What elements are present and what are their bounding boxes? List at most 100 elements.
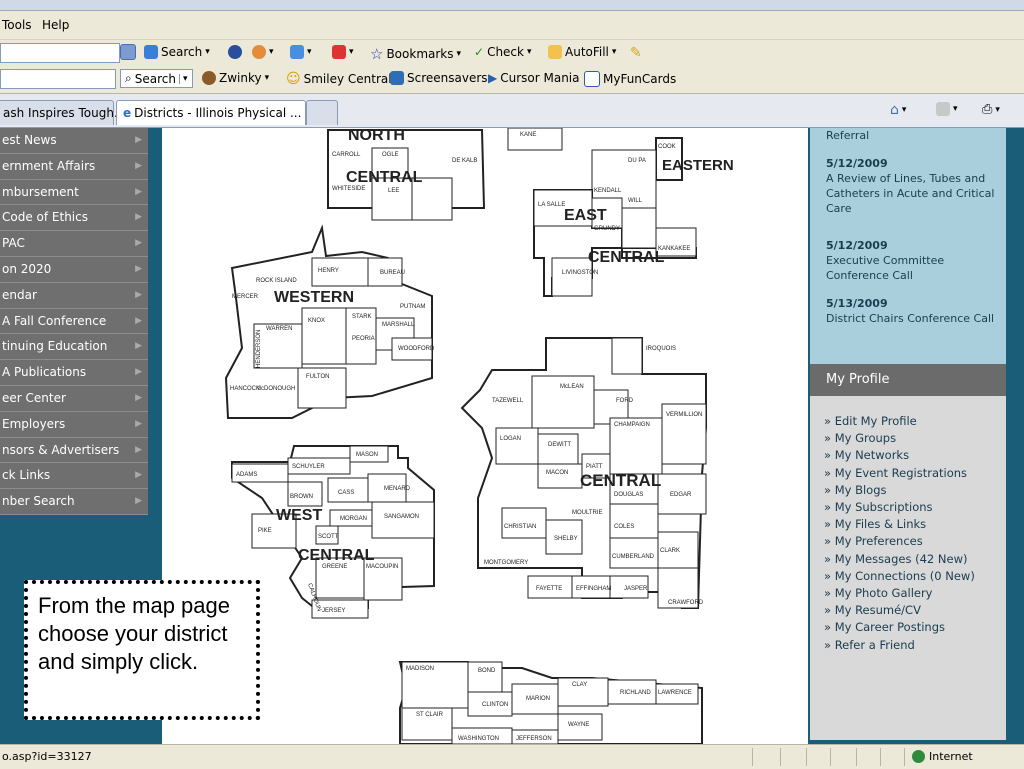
profile-link[interactable]: » My Connections (0 New) xyxy=(824,569,975,583)
profile-link[interactable]: » My Event Registrations xyxy=(824,466,967,480)
myfuncards-button[interactable]: MyFunCards xyxy=(584,71,676,87)
plugin-button[interactable]: ▾ xyxy=(252,45,274,59)
home-button[interactable]: ⌂ ▾ xyxy=(890,102,906,118)
zwinky-button[interactable]: Zwinky ▾ xyxy=(202,71,269,85)
nav-item[interactable]: nsors & Advertisers ▶ xyxy=(0,437,148,464)
add-button[interactable]: ▾ xyxy=(290,45,312,59)
nav-item-label: Employers xyxy=(2,416,66,431)
search-button[interactable]: Search ▾ xyxy=(144,45,210,59)
profile-heading: My Profile xyxy=(810,364,1006,396)
menu-tools[interactable]: Tools xyxy=(2,18,32,32)
label-dewitt: DEWITT xyxy=(548,442,571,448)
profile-link[interactable]: » My Career Postings xyxy=(824,620,945,634)
chevron-right-icon: ▶ xyxy=(135,135,142,145)
label-putnam: PUTNAM xyxy=(400,304,425,310)
nav-item[interactable]: A Publications ▶ xyxy=(0,360,148,386)
profile-link[interactable]: » My Files & Links xyxy=(824,517,926,531)
label-grundy: GRUNDY xyxy=(594,226,620,232)
block-icon xyxy=(332,45,346,59)
tab-inspires[interactable]: ash Inspires Tough... xyxy=(0,100,125,125)
highlight-button[interactable]: ✎ xyxy=(630,45,642,61)
chevron-right-icon: ▶ xyxy=(135,496,142,507)
nav-item[interactable]: nber Search ▶ xyxy=(0,489,148,515)
address-input[interactable] xyxy=(0,69,116,89)
cursor-mania-button[interactable]: ▶ Cursor Mania xyxy=(488,71,580,85)
block-button[interactable]: ▾ xyxy=(332,45,354,59)
label-east: EAST xyxy=(564,207,607,224)
chevron-right-icon: ▶ xyxy=(135,238,142,249)
county-dewitt-shape xyxy=(537,433,579,465)
secondary-search-button[interactable]: ⌕ Search ▾ xyxy=(120,69,193,88)
nav-item-label: eer Center xyxy=(2,390,66,405)
instruction-callout: From the map page choose your district a… xyxy=(24,580,260,720)
label-coles: COLES xyxy=(614,524,634,530)
label-vermillion: VERMILLION xyxy=(666,412,702,418)
nav-item[interactable]: Employers ▶ xyxy=(0,411,148,438)
label-bond: BOND xyxy=(478,668,496,674)
nav-item[interactable]: on 2020 ▶ xyxy=(0,256,148,283)
autofill-button[interactable]: AutoFill ▾ xyxy=(548,45,616,59)
toolbar-search-input[interactable] xyxy=(0,43,120,63)
profile-link[interactable]: » My Blogs xyxy=(824,483,887,497)
label-lee: LEE xyxy=(388,188,399,194)
label-morgan: MORGAN xyxy=(340,516,367,522)
profile-link[interactable]: » My Networks xyxy=(824,448,909,462)
nav-item[interactable]: est News ▶ xyxy=(0,128,148,154)
print-button[interactable]: ⎙ ▾ xyxy=(982,102,1000,117)
nav-item[interactable]: ernment Affairs ▶ xyxy=(0,153,148,180)
label-mason: MASON xyxy=(356,452,378,458)
nav-item-label: PAC xyxy=(2,236,25,251)
label-jefferson: JEFFERSON xyxy=(516,736,552,742)
security-zone[interactable]: Internet xyxy=(912,750,973,763)
tab-districts[interactable]: eDistricts - Illinois Physical ...✕ xyxy=(116,100,319,125)
pencil-icon: ✎ xyxy=(630,45,642,61)
label-scott: SCOTT xyxy=(318,534,339,540)
nav-item[interactable]: tinuing Education ▶ xyxy=(0,334,148,361)
profile-link[interactable]: » Edit My Profile xyxy=(824,414,917,428)
label-madison: MADISON xyxy=(406,666,434,672)
cursor-icon: ▶ xyxy=(488,71,498,85)
label-eastern: EASTERN xyxy=(662,157,734,174)
nav-item-label: ck Links xyxy=(2,468,51,483)
profile-link[interactable]: » Refer a Friend xyxy=(824,638,915,652)
nav-item[interactable]: PAC ▶ xyxy=(0,231,148,257)
label-clark: CLARK xyxy=(660,548,680,554)
nav-item[interactable]: eer Center ▶ xyxy=(0,385,148,412)
event-item[interactable]: 5/12/2009 A Review of Lines, Tubes and Ca… xyxy=(826,156,996,216)
county-christian-shape xyxy=(501,507,547,539)
county-will-shape xyxy=(621,207,657,249)
nav-item[interactable]: endar ▶ xyxy=(0,282,148,309)
label-lawrence: LAWRENCE xyxy=(658,690,692,696)
menu-help[interactable]: Help xyxy=(42,18,69,32)
label-fulton: FULTON xyxy=(306,374,329,380)
profile-link[interactable]: » My Photo Gallery xyxy=(824,586,933,600)
nav-item[interactable]: ck Links ▶ xyxy=(0,463,148,490)
event-item[interactable]: Referral xyxy=(826,128,996,143)
globe-button[interactable] xyxy=(228,45,242,59)
screensavers-button[interactable]: Screensavers xyxy=(390,71,488,85)
nav-item[interactable]: Code of Ethics ▶ xyxy=(0,205,148,232)
event-item[interactable]: 5/12/2009 Executive Committee Conference … xyxy=(826,238,996,283)
profile-link[interactable]: » My Preferences xyxy=(824,534,923,548)
label-will: WILL xyxy=(628,198,643,204)
profile-link[interactable]: » My Resumé/CV xyxy=(824,603,921,617)
event-item[interactable]: 5/13/2009 District Chairs Conference Call xyxy=(826,296,996,326)
new-tab-button[interactable] xyxy=(306,100,338,125)
label-pike: PIKE xyxy=(258,528,272,534)
profile-link[interactable]: » My Messages (42 New) xyxy=(824,552,967,566)
spell-check-button[interactable]: ✓ Check ▾ xyxy=(474,45,532,59)
label-schuyler: SCHUYLER xyxy=(292,464,325,470)
smiley-central-button[interactable]: ☺ Smiley Central xyxy=(286,71,392,87)
nav-item[interactable]: A Fall Conference ▶ xyxy=(0,308,148,335)
label-iroquois: IROQUOIS xyxy=(646,346,676,352)
dropdown-arrow-button[interactable] xyxy=(120,44,136,60)
profile-link[interactable]: » My Subscriptions xyxy=(824,500,933,514)
label-adams: ADAMS xyxy=(236,472,257,478)
label-brown: BROWN xyxy=(290,494,313,500)
feeds-button[interactable]: ▾ xyxy=(936,102,958,116)
nav-item[interactable]: mbursement ▶ xyxy=(0,179,148,206)
profile-link[interactable]: » My Groups xyxy=(824,431,896,445)
bookmarks-button[interactable]: ☆ Bookmarks ▾ xyxy=(370,45,461,63)
chevron-right-icon: ▶ xyxy=(135,392,142,403)
printer-icon: ⎙ xyxy=(982,102,993,117)
